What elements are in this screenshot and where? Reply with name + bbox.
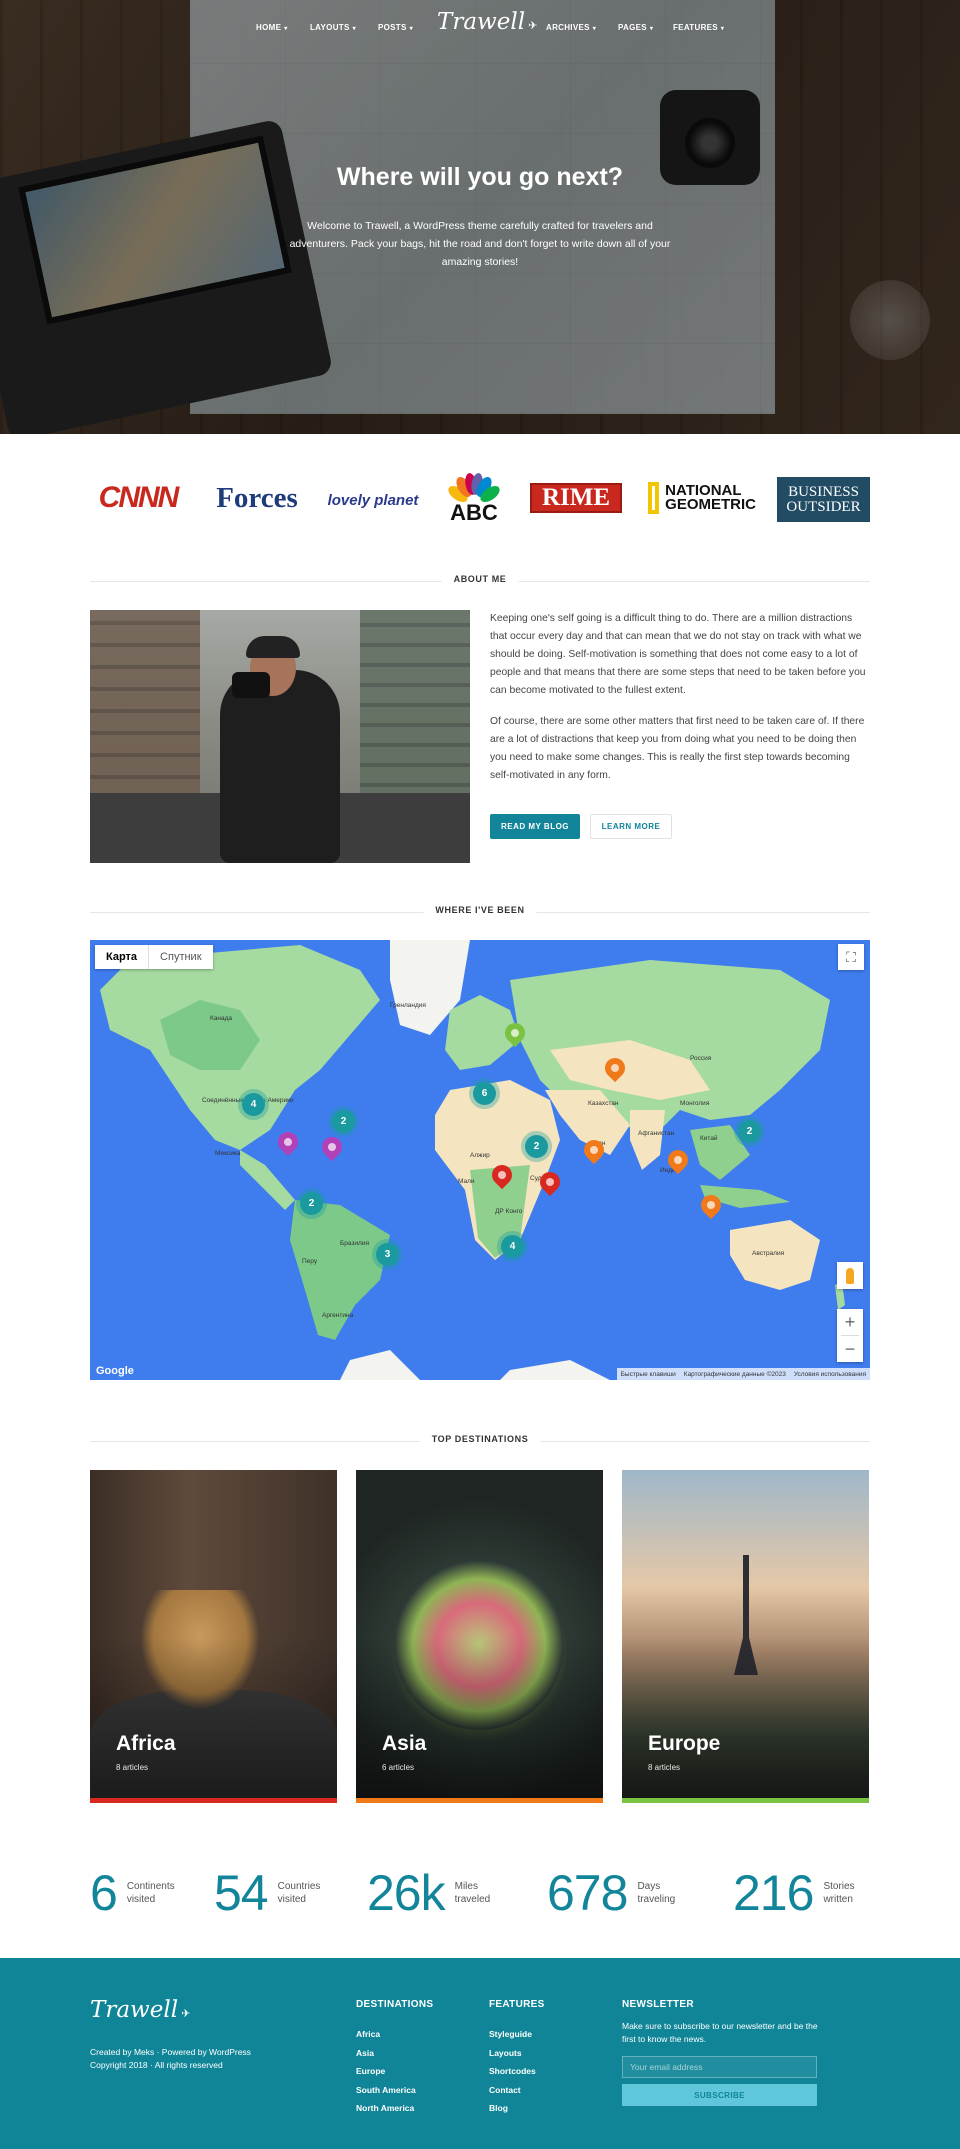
destination-card-europe[interactable]: Europe 8 articles [622, 1470, 869, 1803]
chevron-down-icon: ▾ [284, 26, 288, 32]
zoom-out-icon[interactable]: − [837, 1336, 863, 1362]
footer-link[interactable]: Blog [489, 2099, 545, 2118]
map-cluster[interactable]: 6 [473, 1082, 496, 1105]
nav-posts[interactable]: POSTS ▾ [378, 23, 413, 32]
destination-count: 6 articles [382, 1763, 415, 1772]
logo-cnnn: CNNN [98, 481, 180, 514]
logo-national-geometric: NATIONAL GEOMETRIC [648, 482, 756, 514]
destinations-heading: TOP DESTINATIONS [90, 1434, 870, 1448]
map-cluster[interactable]: 4 [242, 1093, 265, 1116]
subscribe-button[interactable]: SUBSCRIBE [622, 2084, 817, 2106]
destination-title[interactable]: Asia [382, 1732, 426, 1756]
hero-text: Welcome to Trawell, a WordPress theme ca… [289, 220, 671, 268]
chevron-down-icon: ▾ [352, 26, 356, 32]
site-footer: Trawell ✈ Created by Meks · Powered by Wo… [0, 1958, 960, 2149]
camera-icon [232, 672, 270, 698]
map-type-satellite-button[interactable]: Спутник [149, 945, 212, 969]
airplane-icon: ✈ [181, 2007, 191, 2020]
hero-title: Where will you go next? [336, 163, 624, 191]
map-type-toggle: Карта Спутник [95, 945, 213, 969]
chevron-down-icon: ▾ [409, 26, 413, 32]
map-attribution: Быстрые клавиши Картографические данные … [616, 1368, 870, 1380]
footer-link[interactable]: Asia [356, 2044, 433, 2063]
footer-features: FEATURES Styleguide Layouts Shortcodes C… [489, 1999, 545, 2118]
footer-link[interactable]: North America [356, 2099, 433, 2118]
hero-section: HOME ▾ LAYOUTS ▾ POSTS ▾ Trawell ✈ ARCHIVES ▾… [0, 0, 960, 434]
peacock-icon [448, 472, 500, 502]
footer-credit: Created by Meks · Powered by WordPress C… [90, 2047, 251, 2070]
footer-link[interactable]: Contact [489, 2081, 545, 2100]
read-my-blog-button[interactable]: READ MY BLOG [490, 814, 580, 839]
chevron-down-icon: ▾ [720, 26, 725, 32]
destination-color-bar [356, 1798, 603, 1803]
newsletter-email-input[interactable]: Your email address [622, 2056, 817, 2078]
footer-link[interactable]: Layouts [489, 2044, 545, 2063]
stat-countries: 54 Countries visited [214, 1865, 321, 1921]
world-map-land [100, 940, 845, 1380]
logo-rime: RIME [530, 483, 622, 513]
destination-color-bar [90, 1798, 337, 1803]
stat-stories: 216 Stories written [733, 1865, 855, 1921]
destination-title[interactable]: Africa [116, 1732, 176, 1756]
nav-home[interactable]: HOME ▾ [256, 23, 288, 32]
street-view-pegman-icon[interactable] [837, 1262, 863, 1289]
logo-business-outsider: BUSINESS OUTSIDER [777, 477, 870, 522]
map-cluster[interactable]: 2 [525, 1135, 548, 1158]
footer-link[interactable]: Africa [356, 2025, 433, 2044]
nav-archives[interactable]: ARCHIVES ▾ [546, 23, 596, 32]
nav-features[interactable]: FEATURES ▾ [673, 23, 724, 32]
zoom-in-icon[interactable]: + [837, 1309, 863, 1335]
learn-more-button[interactable]: LEARN MORE [590, 814, 672, 839]
stat-miles: 26k Miles traveled [367, 1865, 491, 1921]
destination-color-bar [622, 1798, 869, 1803]
destination-title[interactable]: Europe [648, 1732, 720, 1756]
footer-logo[interactable]: Trawell ✈ [90, 1997, 190, 2023]
logo-forces: Forces [216, 481, 298, 514]
nav-layouts[interactable]: LAYOUTS ▾ [310, 23, 356, 32]
yellow-frame-icon [648, 482, 660, 514]
destination-card-asia[interactable]: Asia 6 articles [356, 1470, 603, 1803]
map-cluster[interactable]: 2 [300, 1192, 323, 1215]
about-photo [90, 610, 470, 863]
chevron-down-icon: ▾ [592, 26, 597, 32]
footer-destinations: DESTINATIONS Africa Asia Europe South Am… [356, 1999, 433, 2118]
about-heading: ABOUT ME [90, 574, 870, 588]
destination-count: 8 articles [116, 1763, 149, 1772]
about-text: Keeping one's self going is a difficult … [490, 613, 866, 781]
footer-newsletter: NEWSLETTER Make sure to subscribe to our… [622, 1999, 822, 2106]
map-heading: WHERE I'VE BEEN [90, 905, 870, 919]
stat-continents: 6 Continents visited [90, 1865, 175, 1921]
destination-card-africa[interactable]: Africa 8 articles [90, 1470, 337, 1803]
footer-link[interactable]: Europe [356, 2062, 433, 2081]
map-type-map-button[interactable]: Карта [95, 945, 150, 969]
fullscreen-icon[interactable]: ⛶ [838, 944, 864, 970]
map-cluster[interactable]: 4 [501, 1235, 524, 1258]
map-cluster[interactable]: 2 [332, 1110, 355, 1133]
google-logo: Google [96, 1365, 134, 1377]
footer-link[interactable]: South America [356, 2081, 433, 2100]
logo-lovely-planet: lovely planet [327, 491, 419, 509]
featured-in-logos: CNNN Forces lovely planet ABC RIME NATIO… [90, 470, 870, 525]
airplane-icon: ✈ [528, 19, 538, 32]
main-nav: HOME ▾ LAYOUTS ▾ POSTS ▾ Trawell ✈ ARCHIVES ▾… [0, 0, 960, 56]
destination-count: 8 articles [648, 1763, 681, 1772]
zoom-controls: + − [837, 1309, 863, 1362]
site-logo[interactable]: Trawell ✈ [437, 9, 537, 35]
map-cluster[interactable]: 3 [376, 1243, 399, 1266]
map-cluster[interactable]: 2 [738, 1120, 761, 1143]
stat-days: 678 Days traveling [547, 1865, 676, 1921]
logo-abc: ABC [442, 470, 506, 525]
footer-link[interactable]: Shortcodes [489, 2062, 545, 2081]
footer-link[interactable]: Styleguide [489, 2025, 545, 2044]
chevron-down-icon: ▾ [649, 26, 654, 32]
world-map[interactable]: Гренландия Россия Канада Соединённые Шта… [90, 940, 870, 1380]
nav-pages[interactable]: PAGES ▾ [618, 23, 653, 32]
